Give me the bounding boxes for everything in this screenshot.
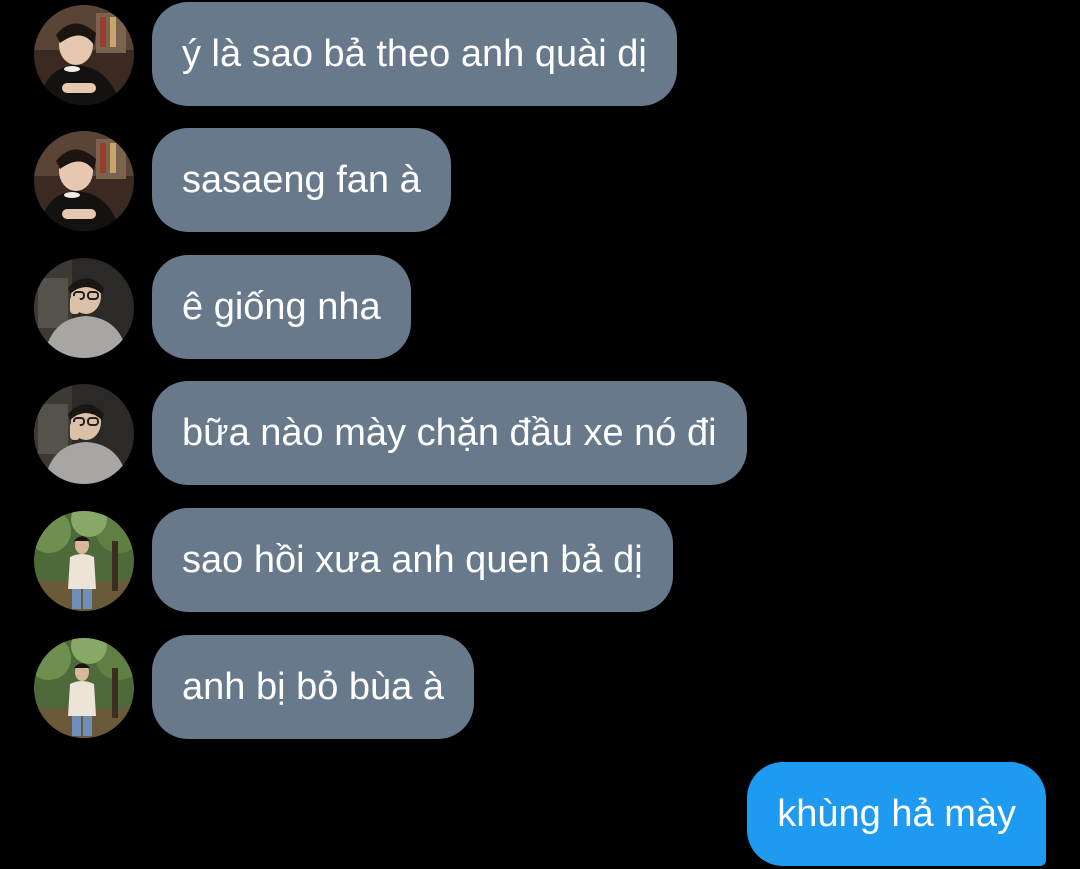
message-row: ý là sao bả theo anh quài dị bbox=[0, 2, 1080, 106]
message-text: sao hồi xưa anh quen bả dị bbox=[182, 538, 643, 581]
avatar[interactable] bbox=[34, 638, 134, 738]
profile-photo-dark-suit-icon bbox=[34, 5, 134, 105]
avatar[interactable] bbox=[34, 384, 134, 484]
incoming-message-bubble[interactable]: ý là sao bả theo anh quài dị bbox=[152, 2, 677, 106]
incoming-message-bubble[interactable]: sasaeng fan à bbox=[152, 128, 451, 232]
profile-photo-outdoor-park-icon bbox=[34, 638, 134, 738]
profile-photo-glasses-grey-hoodie-icon bbox=[34, 384, 134, 484]
avatar[interactable] bbox=[34, 258, 134, 358]
avatar[interactable] bbox=[34, 511, 134, 611]
incoming-message-bubble[interactable]: anh bị bỏ bùa à bbox=[152, 635, 475, 739]
incoming-message-bubble[interactable]: bữa nào mày chặn đầu xe nó đi bbox=[152, 381, 747, 485]
message-text: sasaeng fan à bbox=[182, 158, 421, 201]
message-row: bữa nào mày chặn đầu xe nó đi bbox=[0, 381, 1080, 485]
message-text: anh bị bỏ bùa à bbox=[182, 665, 445, 708]
avatar[interactable] bbox=[34, 5, 134, 105]
profile-photo-dark-suit-icon bbox=[34, 131, 134, 231]
message-row: sao hồi xưa anh quen bả dị bbox=[0, 508, 1080, 612]
incoming-message-bubble[interactable]: ê giống nha bbox=[152, 255, 411, 359]
message-row: ê giống nha bbox=[0, 255, 1080, 359]
avatar[interactable] bbox=[34, 131, 134, 231]
message-row: sasaeng fan à bbox=[0, 128, 1080, 232]
message-text: ê giống nha bbox=[182, 285, 381, 328]
profile-photo-glasses-grey-hoodie-icon bbox=[34, 258, 134, 358]
outgoing-message-bubble[interactable]: khùng hả mày bbox=[747, 762, 1046, 866]
profile-photo-outdoor-park-icon bbox=[34, 511, 134, 611]
message-text: ý là sao bả theo anh quài dị bbox=[182, 32, 647, 75]
message-text: bữa nào mày chặn đầu xe nó đi bbox=[182, 411, 717, 454]
message-row: anh bị bỏ bùa à bbox=[0, 635, 1080, 739]
message-text: khùng hả mày bbox=[777, 792, 1016, 835]
incoming-message-bubble[interactable]: sao hồi xưa anh quen bả dị bbox=[152, 508, 673, 612]
